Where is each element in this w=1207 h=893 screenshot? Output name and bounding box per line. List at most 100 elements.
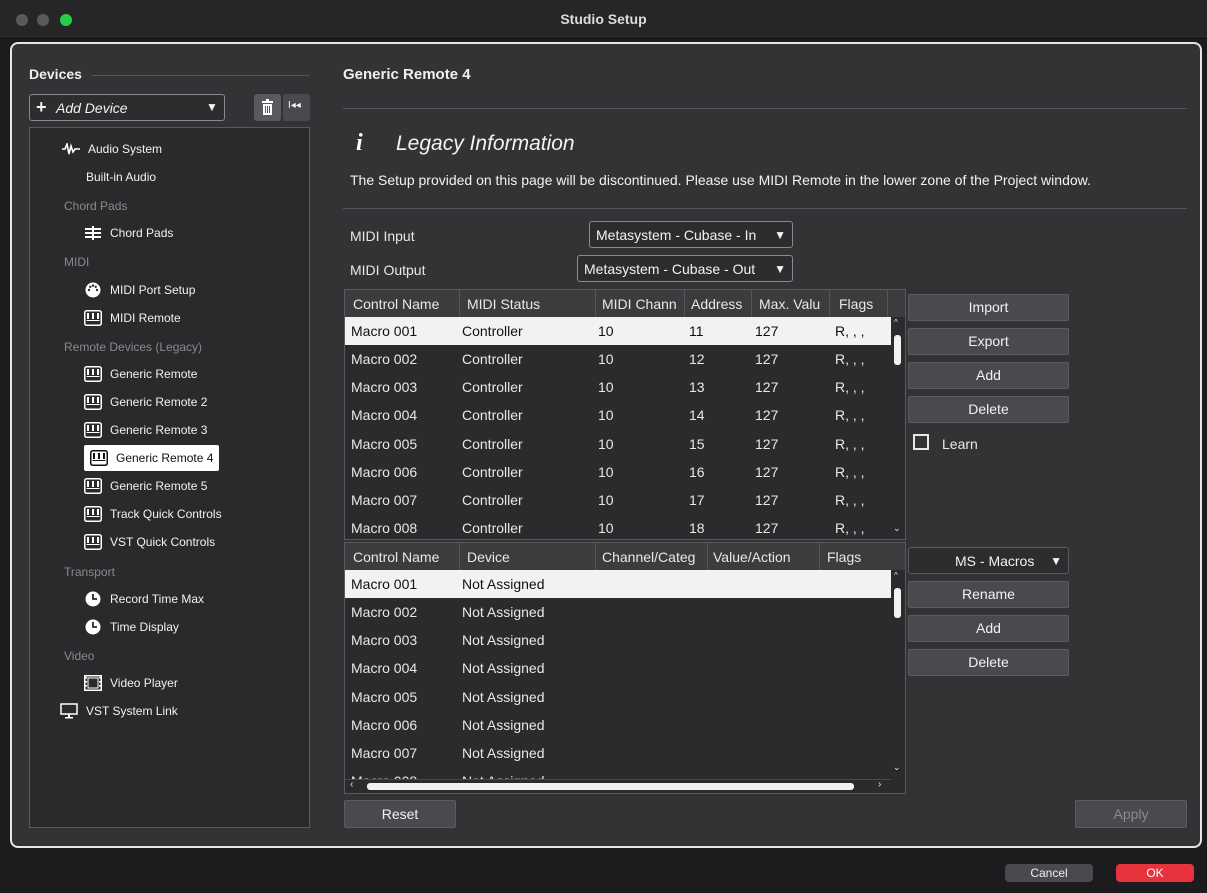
column-header[interactable]: MIDI Chann — [602, 296, 682, 312]
column-header[interactable]: Flags — [839, 296, 879, 312]
table-row[interactable]: Macro 006 Not Assigned — [345, 711, 891, 739]
table-row[interactable]: Macro 002 Controller 10 12 127 R, , , — [345, 345, 891, 373]
vertical-scrollbar[interactable]: ^ ⌄ — [891, 317, 905, 539]
tree-item-label: Record Time Max — [110, 591, 205, 606]
column-header[interactable]: Channel/Categ — [602, 549, 704, 565]
table-cell: R, , , — [835, 351, 865, 368]
table-row[interactable]: Macro 003 Controller 10 13 127 R, , , — [345, 373, 891, 401]
page-title: Generic Remote 4 — [343, 66, 471, 83]
tree-item[interactable]: MIDI Port Setup — [84, 278, 195, 302]
scrollbar-thumb[interactable] — [894, 335, 901, 365]
column-separator[interactable] — [829, 290, 830, 317]
tree-item[interactable]: Generic Remote 5 — [84, 474, 207, 498]
scroll-left-icon[interactable]: ‹ — [350, 779, 353, 790]
table-row[interactable]: Macro 003 Not Assigned — [345, 626, 891, 654]
tree-item[interactable]: Audio System — [62, 137, 162, 161]
cancel-button[interactable]: Cancel — [1005, 864, 1093, 882]
vertical-scrollbar[interactable]: ^ ⌄ — [891, 570, 905, 778]
tree-category-label: Remote Devices (Legacy) — [64, 339, 203, 354]
tree-item[interactable]: Video Player — [84, 671, 178, 695]
reset-device-button[interactable]: I◂◂ — [283, 94, 310, 121]
table-cell: Macro 004 — [351, 407, 418, 424]
bank-select[interactable]: MS - Macros ▼ — [908, 547, 1069, 574]
column-header[interactable]: MIDI Status — [467, 296, 592, 312]
info-icon: i — [356, 130, 363, 156]
column-separator[interactable] — [751, 290, 752, 317]
table-cell: 13 — [689, 379, 705, 396]
column-separator[interactable] — [684, 290, 685, 317]
ok-button[interactable]: OK — [1116, 864, 1194, 882]
table-row[interactable]: Macro 002 Not Assigned — [345, 598, 891, 626]
tree-item[interactable]: VST Quick Controls — [84, 530, 215, 554]
table-row[interactable]: Macro 004 Controller 10 14 127 R, , , — [345, 401, 891, 429]
tree-item[interactable]: Generic Remote 3 — [84, 418, 207, 442]
delete-control-button[interactable]: Delete — [908, 396, 1069, 423]
tree-item[interactable]: Time Display — [84, 615, 179, 639]
tree-item[interactable]: Built-in Audio — [86, 165, 156, 189]
scroll-down-icon[interactable]: ⌄ — [893, 523, 901, 534]
column-separator[interactable] — [887, 290, 888, 317]
column-separator[interactable] — [459, 543, 460, 570]
column-header[interactable]: Control Name — [353, 549, 458, 565]
column-header[interactable]: Value/Action — [713, 549, 813, 565]
delete-device-button[interactable] — [254, 94, 281, 121]
add-bank-button[interactable]: Add — [908, 615, 1069, 642]
column-separator[interactable] — [595, 543, 596, 570]
column-header[interactable]: Address — [691, 296, 749, 312]
tree-item-label: Track Quick Controls — [110, 507, 222, 522]
tree-item[interactable]: Generic Remote 2 — [84, 390, 207, 414]
scroll-up-icon[interactable]: ^ — [894, 318, 898, 327]
table-row[interactable]: Macro 005 Not Assigned — [345, 683, 891, 711]
midi-input-select[interactable]: Metasystem - Cubase - In ▼ — [589, 221, 793, 248]
column-header[interactable]: Control Name — [353, 296, 458, 312]
rename-bank-button[interactable]: Rename — [908, 581, 1069, 608]
table-row[interactable]: Macro 001 Controller 10 11 127 R, , , — [345, 317, 891, 345]
horizontal-scrollbar[interactable]: ‹ › — [345, 779, 891, 793]
tree-item[interactable]: MIDI Remote — [84, 306, 181, 330]
chevron-down-icon: ▼ — [206, 100, 218, 114]
keyboard-icon — [84, 393, 102, 410]
table-row[interactable]: Macro 006 Controller 10 16 127 R, , , — [345, 458, 891, 486]
add-device-dropdown[interactable]: + Add Device ▼ — [29, 94, 225, 121]
table-cell: 127 — [755, 520, 779, 537]
tree-item[interactable]: VST System Link — [60, 699, 178, 723]
scroll-down-icon[interactable]: ⌄ — [893, 762, 901, 773]
column-header[interactable]: Flags — [827, 549, 877, 565]
legacy-text: The Setup provided on this page will be … — [350, 172, 1091, 188]
chevron-down-icon: ▼ — [1050, 553, 1062, 568]
apply-button[interactable]: Apply — [1075, 800, 1187, 828]
learn-checkbox[interactable] — [913, 434, 929, 450]
table-row[interactable]: Macro 007 Not Assigned — [345, 739, 891, 767]
bank-table-header: Control Name Device Channel/Categ Value/… — [345, 543, 905, 571]
tree-item[interactable]: Record Time Max — [84, 587, 204, 611]
tree-item[interactable]: Track Quick Controls — [84, 502, 222, 526]
table-cell: Not Assigned — [462, 576, 545, 592]
table-row[interactable]: Macro 007 Controller 10 17 127 R, , , — [345, 486, 891, 514]
scroll-right-icon[interactable]: › — [878, 779, 881, 790]
table-row[interactable]: Macro 005 Controller 10 15 127 R, , , — [345, 430, 891, 458]
export-button[interactable]: Export — [908, 328, 1069, 355]
column-separator[interactable] — [819, 543, 820, 570]
scrollbar-thumb[interactable] — [894, 588, 901, 618]
scrollbar-thumb[interactable] — [367, 783, 854, 790]
reset-button[interactable]: Reset — [344, 800, 456, 828]
column-header[interactable]: Device — [467, 549, 592, 565]
table-row[interactable]: Macro 008 Controller 10 18 127 R, , , — [345, 514, 891, 539]
table-row[interactable]: Macro 001 Not Assigned — [345, 570, 891, 598]
column-separator[interactable] — [707, 543, 708, 570]
column-separator[interactable] — [459, 290, 460, 317]
column-header[interactable]: Max. Valu — [759, 296, 825, 312]
table-cell: 127 — [755, 407, 779, 424]
tree-item[interactable]: Generic Remote 4 — [84, 445, 220, 472]
waveform-icon — [62, 141, 80, 157]
tree-item[interactable]: Chord Pads — [84, 221, 173, 245]
add-control-button[interactable]: Add — [908, 362, 1069, 389]
tree-item[interactable]: Generic Remote — [84, 362, 197, 386]
window-title: Studio Setup — [560, 11, 647, 27]
midi-output-select[interactable]: Metasystem - Cubase - Out ▼ — [577, 255, 793, 282]
column-separator[interactable] — [595, 290, 596, 317]
scroll-up-icon[interactable]: ^ — [894, 571, 898, 580]
delete-bank-button[interactable]: Delete — [908, 649, 1069, 676]
import-button[interactable]: Import — [908, 294, 1069, 321]
table-row[interactable]: Macro 004 Not Assigned — [345, 654, 891, 682]
